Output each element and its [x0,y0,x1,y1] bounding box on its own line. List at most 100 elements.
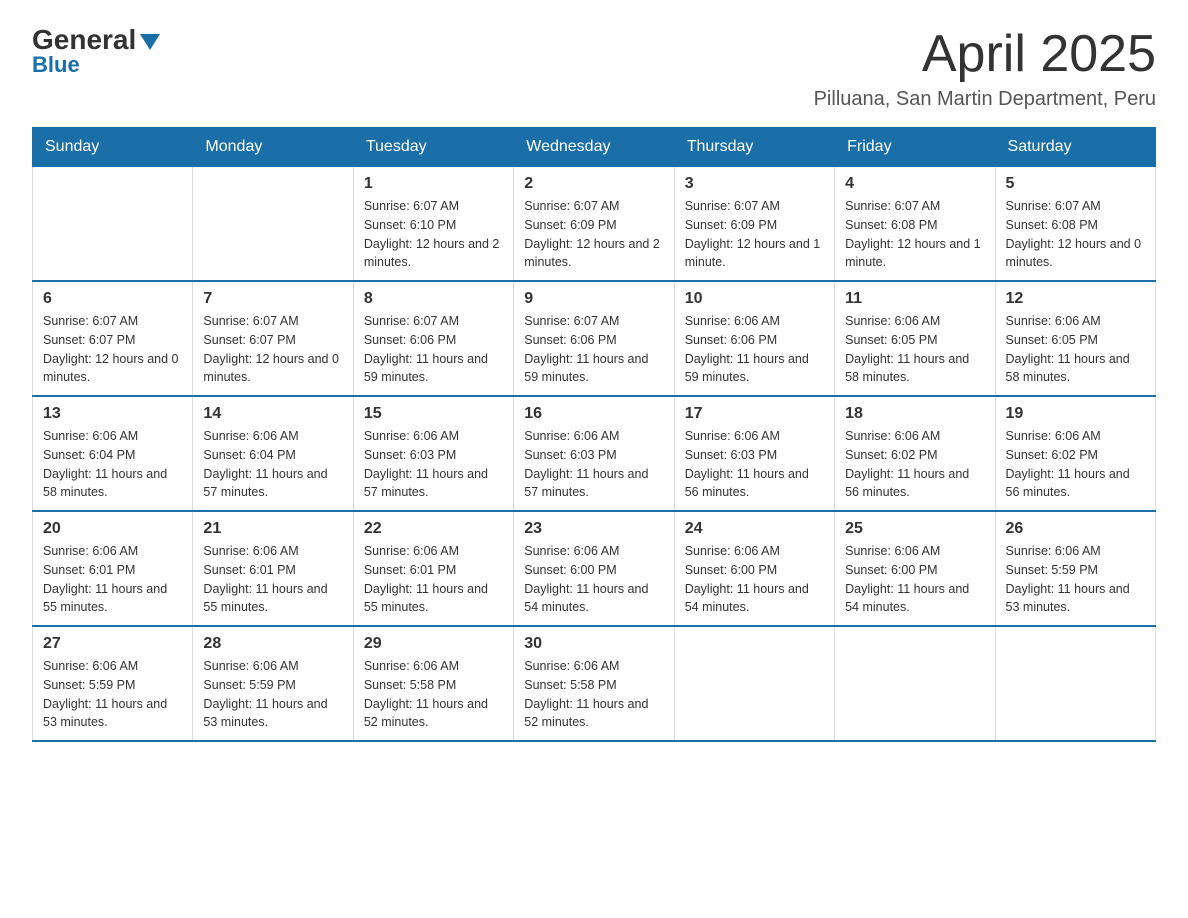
title-section: April 2025 Pilluana, San Martin Departme… [814,24,1156,111]
day-cell: 19 Sunrise: 6:06 AM Sunset: 6:02 PM Dayli… [995,396,1155,511]
header-monday: Monday [193,128,353,167]
day-cell: 20Sunrise: 6:06 AM Sunset: 6:01 PM Dayli… [33,511,193,626]
day-number: 16 [524,405,663,423]
day-number: 22 [364,520,503,538]
day-info: Sunrise: 6:06 AM Sunset: 6:05 PM Dayligh… [845,312,984,387]
week-row-1: 1 Sunrise: 6:07 AM Sunset: 6:10 PM Daylig… [33,167,1156,282]
day-number: 8 [364,290,503,308]
day-info: Sunrise: 6:07 AM Sunset: 6:06 PM Dayligh… [364,312,503,387]
location-title: Pilluana, San Martin Department, Peru [814,88,1156,111]
day-number: 2 [524,175,663,193]
week-row-4: 20 Sunrise: 6:06 AM Sunset: 6:01 PM Dayli… [33,511,1156,626]
day-cell: 1 Sunrise: 6:07 AM Sunset: 6:10 PM Daylig… [353,167,513,282]
day-cell: 4 Sunrise: 6:07 AM Sunset: 6:08 PM Daylig… [835,167,995,282]
logo-triangle-icon [140,34,160,50]
day-number: 15 [364,405,503,423]
page-header: General Blue April 2025 Pilluana, San Ma… [32,24,1156,111]
month-title: April 2025 [814,24,1156,84]
day-number: 21 [203,520,342,538]
day-info: Sunrise: 6:06 AM Sunset: 6:04 PM Dayligh… [203,427,342,502]
day-cell: 21 Sunrise: 6:06 AM Sunset: 6:01 PM Dayli… [193,511,353,626]
day-info: Sunrise: 6:06 AM Sunset: 6:01 PM Dayligh… [364,542,503,617]
day-number: 9 [524,290,663,308]
day-cell: 30 Sunrise: 6:06 AM Sunset: 5:58 PM Dayli… [514,626,674,741]
day-number: 23 [524,520,663,538]
day-number: 26 [1006,520,1145,538]
day-cell: 8 Sunrise: 6:07 AM Sunset: 6:06 PM Daylig… [353,281,513,396]
day-cell: 12 Sunrise: 6:06 AM Sunset: 6:05 PM Dayli… [995,281,1155,396]
day-info: Sunrise: 6:06 AM Sunset: 6:06 PM Dayligh… [685,312,824,387]
day-info: Sunrise: 6:06 AM Sunset: 5:58 PM Dayligh… [364,657,503,732]
header-friday: Friday [835,128,995,167]
day-number: 20 [43,520,182,538]
day-info: Sunrise: 6:06 AM Sunset: 5:58 PM Dayligh… [524,657,663,732]
day-cell: 16 Sunrise: 6:06 AM Sunset: 6:03 PM Dayli… [514,396,674,511]
day-cell: 24 Sunrise: 6:06 AM Sunset: 6:00 PM Dayli… [674,511,834,626]
day-cell: 29Sunrise: 6:06 AM Sunset: 5:58 PM Dayli… [353,626,513,741]
week-row-3: 13 Sunrise: 6:06 AM Sunset: 6:04 PM Dayli… [33,396,1156,511]
header-tuesday: Tuesday [353,128,513,167]
day-info: Sunrise: 6:06 AM Sunset: 6:03 PM Dayligh… [364,427,503,502]
day-cell: 28Sunrise: 6:06 AM Sunset: 5:59 PM Dayli… [193,626,353,741]
day-cell [33,167,193,282]
day-cell: 18Sunrise: 6:06 AM Sunset: 6:02 PM Dayli… [835,396,995,511]
day-info: Sunrise: 6:06 AM Sunset: 5:59 PM Dayligh… [43,657,182,732]
day-info: Sunrise: 6:06 AM Sunset: 6:02 PM Dayligh… [1006,427,1145,502]
day-number: 14 [203,405,342,423]
day-number: 12 [1006,290,1145,308]
logo-blue-text: Blue [32,52,80,78]
day-info: Sunrise: 6:06 AM Sunset: 6:03 PM Dayligh… [685,427,824,502]
day-info: Sunrise: 6:06 AM Sunset: 6:00 PM Dayligh… [524,542,663,617]
day-number: 7 [203,290,342,308]
day-cell: 3 Sunrise: 6:07 AM Sunset: 6:09 PM Daylig… [674,167,834,282]
day-number: 3 [685,175,824,193]
day-cell: 23 Sunrise: 6:06 AM Sunset: 6:00 PM Dayli… [514,511,674,626]
header-saturday: Saturday [995,128,1155,167]
day-cell: 26Sunrise: 6:06 AM Sunset: 5:59 PM Dayli… [995,511,1155,626]
day-info: Sunrise: 6:06 AM Sunset: 6:04 PM Dayligh… [43,427,182,502]
week-row-2: 6 Sunrise: 6:07 AM Sunset: 6:07 PM Daylig… [33,281,1156,396]
day-number: 17 [685,405,824,423]
header-thursday: Thursday [674,128,834,167]
day-cell: 15 Sunrise: 6:06 AM Sunset: 6:03 PM Dayli… [353,396,513,511]
day-info: Sunrise: 6:06 AM Sunset: 5:59 PM Dayligh… [203,657,342,732]
day-cell: 2 Sunrise: 6:07 AM Sunset: 6:09 PM Daylig… [514,167,674,282]
day-number: 4 [845,175,984,193]
day-cell: 17 Sunrise: 6:06 AM Sunset: 6:03 PM Dayli… [674,396,834,511]
day-number: 1 [364,175,503,193]
week-row-5: 27Sunrise: 6:06 AM Sunset: 5:59 PM Dayli… [33,626,1156,741]
day-info: Sunrise: 6:06 AM Sunset: 6:01 PM Dayligh… [203,542,342,617]
day-cell: 6 Sunrise: 6:07 AM Sunset: 6:07 PM Daylig… [33,281,193,396]
calendar-table: SundayMondayTuesdayWednesdayThursdayFrid… [32,127,1156,742]
logo: General Blue [32,24,160,78]
day-cell: 9 Sunrise: 6:07 AM Sunset: 6:06 PM Daylig… [514,281,674,396]
day-cell: 13 Sunrise: 6:06 AM Sunset: 6:04 PM Dayli… [33,396,193,511]
day-info: Sunrise: 6:07 AM Sunset: 6:09 PM Dayligh… [524,197,663,272]
calendar-header-row: SundayMondayTuesdayWednesdayThursdayFrid… [33,128,1156,167]
day-number: 10 [685,290,824,308]
header-wednesday: Wednesday [514,128,674,167]
day-info: Sunrise: 6:07 AM Sunset: 6:06 PM Dayligh… [524,312,663,387]
day-cell: 22 Sunrise: 6:06 AM Sunset: 6:01 PM Dayli… [353,511,513,626]
day-cell [835,626,995,741]
day-cell: 5Sunrise: 6:07 AM Sunset: 6:08 PM Daylig… [995,167,1155,282]
day-info: Sunrise: 6:06 AM Sunset: 6:02 PM Dayligh… [845,427,984,502]
day-cell: 7 Sunrise: 6:07 AM Sunset: 6:07 PM Daylig… [193,281,353,396]
day-info: Sunrise: 6:06 AM Sunset: 6:03 PM Dayligh… [524,427,663,502]
day-info: Sunrise: 6:07 AM Sunset: 6:07 PM Dayligh… [43,312,182,387]
day-info: Sunrise: 6:07 AM Sunset: 6:07 PM Dayligh… [203,312,342,387]
day-number: 25 [845,520,984,538]
day-number: 6 [43,290,182,308]
day-info: Sunrise: 6:06 AM Sunset: 6:00 PM Dayligh… [685,542,824,617]
day-info: Sunrise: 6:07 AM Sunset: 6:10 PM Dayligh… [364,197,503,272]
day-cell: 11Sunrise: 6:06 AM Sunset: 6:05 PM Dayli… [835,281,995,396]
day-info: Sunrise: 6:06 AM Sunset: 6:05 PM Dayligh… [1006,312,1145,387]
day-number: 30 [524,635,663,653]
day-number: 13 [43,405,182,423]
day-info: Sunrise: 6:07 AM Sunset: 6:08 PM Dayligh… [845,197,984,272]
day-number: 19 [1006,405,1145,423]
header-sunday: Sunday [33,128,193,167]
day-info: Sunrise: 6:07 AM Sunset: 6:09 PM Dayligh… [685,197,824,272]
day-number: 24 [685,520,824,538]
day-cell [193,167,353,282]
